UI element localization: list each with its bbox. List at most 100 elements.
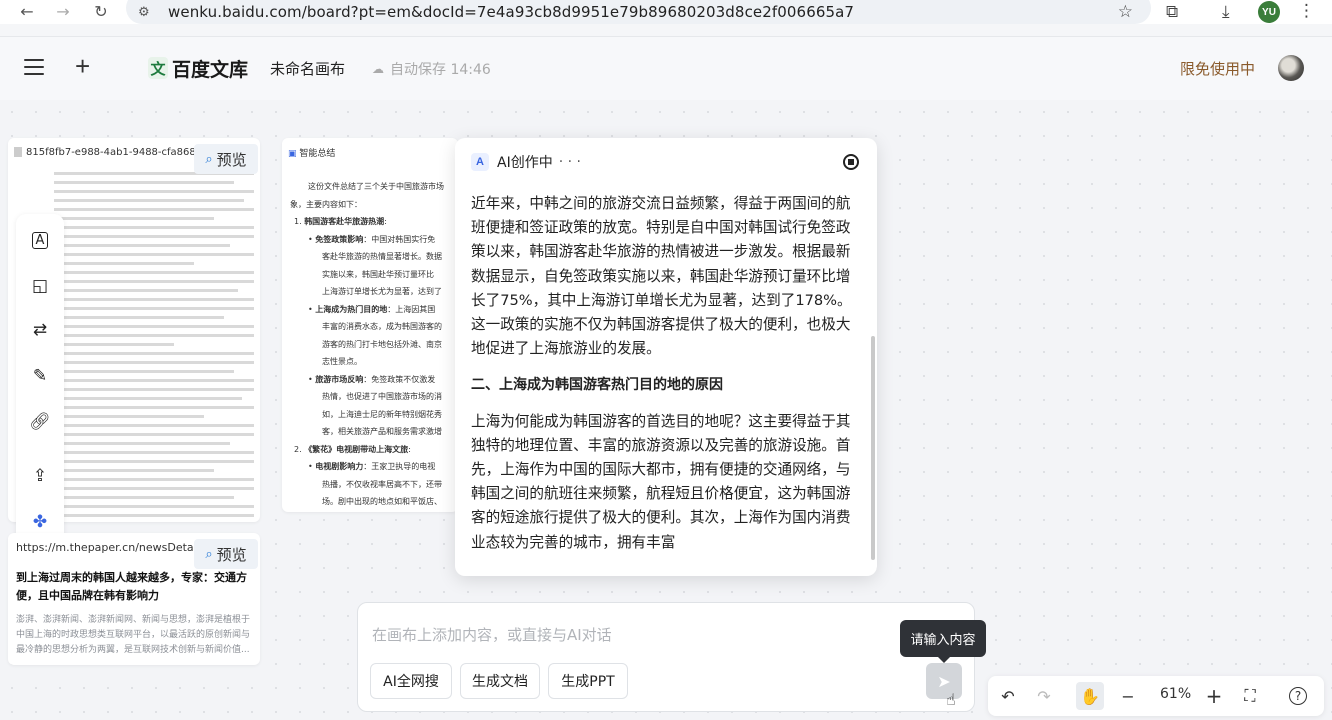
back-icon[interactable]: ← <box>16 0 38 22</box>
zoom-out-icon[interactable]: − <box>1116 684 1140 708</box>
preview-icon: ⌕ <box>205 151 213 167</box>
reload-icon[interactable]: ↻ <box>90 0 112 22</box>
extensions-icon[interactable]: ⧉ <box>1166 2 1178 22</box>
hand-tool-icon[interactable]: ✋ <box>1076 682 1104 710</box>
summary-heading: 韩国游客赴华旅游热潮 <box>304 217 385 226</box>
summary-line: 实施以来，韩国赴华预订量环比 <box>322 269 434 279</box>
ai-panel-title: AI创作中 <box>497 155 553 171</box>
ai-heading: 二、上海成为韩国游客热门目的地的原因 <box>471 377 723 394</box>
summary-intro-2: 象，主要内容如下： <box>290 199 362 209</box>
autosave-text: 自动保存 14:46 <box>390 62 491 78</box>
left-toolbar: A ◱ ⇄ ✎ 🔗︎ ⇪ ✤ <box>16 214 64 544</box>
app-header: + 文 百度文库 未命名画布 ☁ 自动保存 14:46 限免使用中 <box>0 36 1332 100</box>
summary-number: 1. <box>294 217 305 226</box>
send-icon[interactable]: ➤ <box>926 663 962 699</box>
document-thumbnail <box>54 172 254 522</box>
ai-paragraph: 近年来，中韩之间的旅游交流日益频繁，得益于两国间的航班便捷和签证政策的放宽。特别… <box>471 195 852 358</box>
redo-icon[interactable]: ↷ <box>1032 684 1056 708</box>
profile-avatar[interactable]: YU <box>1258 1 1280 23</box>
summary-line: 客，相关旅游产品和服务需求激增 <box>322 427 442 436</box>
input-placeholder[interactable]: 在画布上添加内容，或直接与AI对话 <box>372 624 612 645</box>
panel-scrollbar[interactable] <box>871 336 875 560</box>
summary-line: 客赴华旅游的热情显著增长。数据 <box>322 252 442 261</box>
browser-menu-icon[interactable]: ⋮ <box>1298 1 1315 21</box>
user-avatar[interactable] <box>1278 55 1304 81</box>
shape-tool-icon[interactable]: ◱ <box>28 274 52 298</box>
summary-line: • 旅游市场反响：免签政策不仅激发 <box>290 371 458 389</box>
help-icon[interactable]: ? <box>1286 684 1310 708</box>
summary-intro: 这份文件总结了三个关于中国旅游市场 <box>308 182 444 191</box>
summary-line: 热播，不仅收视率居高不下，还带 <box>322 479 442 489</box>
summary-heading: 《繁花》电视剧带动上海文旅 <box>304 444 409 454</box>
summary-line: • 上海成为热门目的地：上海因其国 <box>290 301 458 319</box>
stop-generation-button[interactable] <box>843 154 859 170</box>
news-description: 澎湃、澎湃新闻、澎湃新闻网、新闻与思想，澎湃是植根于中国上海的时政思想类互联网平… <box>16 615 251 655</box>
summary-text: ：中国对韩国实行免 <box>363 234 436 244</box>
summary-heading: 上海成为热门目的地 <box>315 304 388 314</box>
summary-body: 这份文件总结了三个关于中国旅游市场 象，主要内容如下： 1. 韩国游客赴华旅游热… <box>290 178 458 511</box>
summary-line: 1. 韩国游客赴华旅游热潮: <box>290 213 458 231</box>
forward-icon[interactable]: → <box>52 0 74 22</box>
menu-icon[interactable] <box>24 59 44 75</box>
summary-line: 上海游订单增长尤为显著，达到了 <box>322 287 442 296</box>
news-title: 到上海过周末的韩国人越来越多，专家：交通方便，且中国品牌在韩有影响力 <box>16 571 247 602</box>
preview-button-2[interactable]: ⌕ 预览 <box>194 539 258 569</box>
generate-doc-button[interactable]: 生成文档 <box>460 663 540 699</box>
hand-cursor-icon: ☝ <box>946 690 956 709</box>
address-url[interactable]: wenku.baidu.com/board?pt=em&docId=7e4a93… <box>168 3 854 21</box>
ai-panel-header: A AI创作中 · · · <box>471 152 581 172</box>
connector-tool-icon[interactable]: ⇄ <box>28 318 52 342</box>
file-icon <box>14 147 22 157</box>
summary-text: : <box>408 444 411 454</box>
canvas-title[interactable]: 未命名画布 <box>270 58 345 79</box>
upload-icon[interactable]: ⇪ <box>28 464 52 488</box>
ai-input-box[interactable]: 在画布上添加内容，或直接与AI对话 AI全网搜 生成文档 生成PPT ➤ <box>357 602 975 712</box>
zoom-toolbar: ↶ ↷ ✋ − 61% + ⛶ ? <box>988 676 1324 716</box>
summary-heading: 电视剧影响力 <box>315 462 364 471</box>
summary-line: 志性景点。 <box>322 357 362 366</box>
link-tool-icon[interactable]: 🔗︎ <box>28 410 52 434</box>
site-info-icon[interactable]: ⚙ <box>138 5 156 20</box>
new-canvas-icon[interactable]: + <box>75 51 90 81</box>
ai-logo-icon: A <box>471 153 489 171</box>
summary-card-header: ▣ 智能总结 <box>288 146 335 159</box>
document-filename: 815f8fb7-e988-4ab1-9488-cfa86898a1 <box>26 146 221 158</box>
text-tool-icon[interactable]: A <box>28 228 52 252</box>
summary-line: 热情，也促进了中国旅游市场的消 <box>322 392 442 401</box>
pen-tool-icon[interactable]: ✎ <box>28 364 52 388</box>
summary-line: • 电视剧影响力：王家卫执导的电视 <box>290 458 458 476</box>
summary-number: 2. <box>294 444 305 454</box>
summary-line: 如，上海迪士尼的新年特别烟花秀 <box>322 409 442 419</box>
ai-paragraph: 上海为何能成为韩国游客的首选目的地呢？这主要得益于其独特的地理位置、丰富的旅游资… <box>471 412 851 551</box>
logo-text[interactable]: 百度文库 <box>172 55 248 82</box>
undo-icon[interactable]: ↶ <box>996 684 1020 708</box>
loading-dots: · · · <box>558 154 581 170</box>
cloud-icon: ☁ <box>372 62 384 76</box>
summary-text: : <box>384 217 387 226</box>
zoom-level[interactable]: 61% <box>1160 686 1191 702</box>
summary-heading: 旅游市场反响 <box>315 374 364 384</box>
ai-generated-content: 近年来，中韩之间的旅游交流日益频繁，得益于两国间的航班便捷和签证政策的放宽。特别… <box>471 192 855 567</box>
summary-text: ：免签政策不仅激发 <box>363 374 436 384</box>
summary-line: • 免签政策影响：中国对韩国实行免 <box>290 231 458 249</box>
generate-ppt-button[interactable]: 生成PPT <box>548 663 628 699</box>
bookmark-star-icon[interactable]: ☆ <box>1118 2 1133 22</box>
summary-line: 游客的热门打卡地包括外滩、南京 <box>322 339 442 349</box>
ai-web-search-button[interactable]: AI全网搜 <box>370 663 452 699</box>
summary-heading: 免签政策影响 <box>315 234 364 244</box>
summary-line: 场。剧中出现的地点如和平饭店、 <box>322 497 442 506</box>
wenku-logo-icon: 文 <box>148 57 168 79</box>
ai-apps-icon[interactable]: ✤ <box>28 510 52 534</box>
address-bar[interactable]: ⚙ wenku.baidu.com/board?pt=em&docId=7e4a… <box>126 0 1151 24</box>
fit-screen-icon[interactable]: ⛶ <box>1238 684 1262 708</box>
summary-line: 2. 《繁花》电视剧带动上海文旅: <box>290 441 458 459</box>
zoom-in-icon[interactable]: + <box>1202 684 1226 708</box>
preview-icon: ⌕ <box>205 546 213 562</box>
preview-button[interactable]: ⌕ 预览 <box>194 144 258 174</box>
summary-title: 智能总结 <box>299 149 336 159</box>
summary-icon: ▣ <box>288 149 297 159</box>
browser-toolbar: ← → ↻ ⚙ wenku.baidu.com/board?pt=em&docI… <box>0 0 1332 24</box>
summary-card[interactable]: ▣ 智能总结 这份文件总结了三个关于中国旅游市场 象，主要内容如下： 1. 韩国… <box>282 138 458 512</box>
download-icon[interactable]: ⤓ <box>1222 2 1230 22</box>
free-use-link[interactable]: 限免使用中 <box>1180 58 1255 79</box>
